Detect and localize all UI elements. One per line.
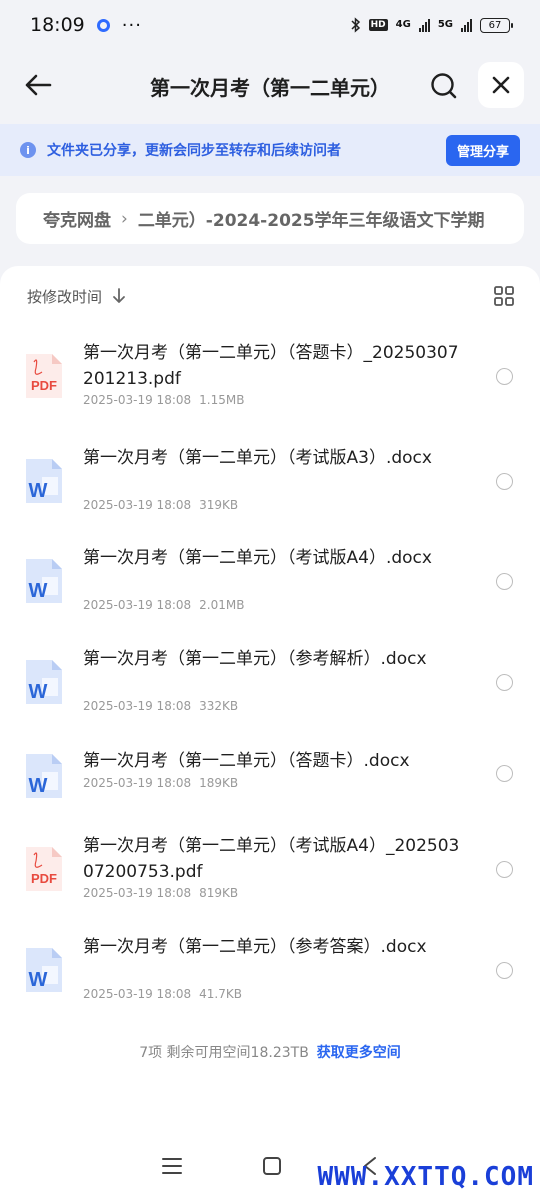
svg-text:PDF: PDF (31, 378, 57, 393)
svg-text:W: W (29, 969, 48, 991)
network-4g: 4G (395, 19, 411, 30)
file-date: 2025-03-19 18:08 (83, 776, 192, 790)
breadcrumb-current[interactable]: 二单元）-2024-2025学年三年级语文下学期 (138, 206, 485, 231)
file-size: 332KB (199, 699, 239, 713)
battery-icon: 67 (480, 17, 513, 33)
status-more: ··· (121, 14, 142, 36)
file-meta: 2025-03-19 18:08 332KB (83, 699, 238, 713)
page-title: 第一次月考（第一二单元） (150, 76, 390, 100)
status-time: 18:09 (30, 14, 85, 36)
svg-text:W: W (29, 681, 48, 703)
select-radio[interactable] (496, 765, 513, 782)
file-name: 第一次月考（第一二单元）（答题卡）.docx (83, 751, 410, 771)
app-indicator-icon (96, 18, 110, 32)
select-radio[interactable] (496, 962, 513, 979)
storage-summary: 7项 剩余可用空间18.23TB 获取更多空间 (0, 1042, 540, 1062)
file-row[interactable]: W 第一次月考（第一二单元）（考试版A3）.docx 2025-03-19 18:0… (0, 445, 540, 535)
word-file-icon: W (24, 457, 64, 505)
file-row[interactable]: W 第一次月考（第一二单元）（答题卡）.docx 2025-03-19 18:08 1… (0, 748, 540, 838)
svg-text:W: W (29, 775, 48, 797)
close-button[interactable] (478, 62, 524, 108)
breadcrumb: 夸克网盘 › 二单元）-2024-2025学年三年级语文下学期 (16, 193, 524, 244)
file-size: 319KB (199, 498, 239, 512)
svg-text:PDF: PDF (31, 871, 57, 886)
file-name: 第一次月考（第一二单元）（参考答案）.docx (83, 937, 427, 957)
svg-text:W: W (29, 480, 48, 502)
svg-text:W: W (29, 580, 48, 602)
share-banner: i 文件夹已分享，更新会同步至转存和后续访问者 管理分享 (0, 124, 540, 176)
signal-icon (418, 18, 430, 32)
hd-badge: HD (368, 19, 388, 31)
bluetooth-icon (351, 17, 360, 33)
header: 第一次月考（第一二单元） (0, 50, 540, 120)
select-radio[interactable] (496, 861, 513, 878)
file-date: 2025-03-19 18:08 (83, 498, 192, 512)
grid-view-icon[interactable] (493, 285, 515, 307)
file-name: 第一次月考（第一二单元）（参考解析）.docx (83, 649, 427, 669)
file-name: 第一次月考（第一二单元）（答题卡）_20250307201213.pdf (83, 343, 459, 389)
file-size: 819KB (199, 886, 239, 900)
file-date: 2025-03-19 18:08 (83, 886, 192, 900)
arrow-down-icon[interactable] (112, 288, 126, 304)
file-meta: 2025-03-19 18:08 2.01MB (83, 598, 244, 612)
file-meta: 2025-03-19 18:08 319KB (83, 498, 238, 512)
chevron-right-icon: › (121, 208, 128, 229)
back-button[interactable] (20, 67, 56, 103)
file-row[interactable]: W 第一次月考（第一二单元）（考试版A4）.docx 2025-03-19 18:0… (0, 545, 540, 635)
storage-summary-text: 7项 剩余可用空间18.23TB (139, 1045, 309, 1061)
file-date: 2025-03-19 18:08 (83, 699, 192, 713)
file-row[interactable]: PDF 第一次月考（第一二单元）（答题卡）_20250307201213.pdf 2… (0, 340, 540, 430)
manage-share-button[interactable]: 管理分享 (445, 134, 520, 166)
watermark: WWW.XXTTQ.COM (317, 1162, 534, 1192)
file-meta: 2025-03-19 18:08 1.15MB (83, 393, 244, 407)
file-meta: 2025-03-19 18:08 189KB (83, 776, 238, 790)
select-radio[interactable] (496, 674, 513, 691)
pdf-file-icon: PDF (24, 845, 64, 893)
home-icon[interactable] (262, 1156, 282, 1176)
pdf-file-icon: PDF (24, 352, 64, 400)
file-size: 189KB (199, 776, 239, 790)
file-size: 2.01MB (199, 598, 245, 612)
search-icon (431, 73, 457, 99)
file-row[interactable]: W 第一次月考（第一二单元）（参考答案）.docx 2025-03-19 18:08… (0, 934, 540, 1024)
file-date: 2025-03-19 18:08 (83, 393, 192, 407)
arrow-left-icon (25, 74, 52, 96)
file-name: 第一次月考（第一二单元）（考试版A4）_20250307200753.pdf (83, 836, 460, 882)
select-radio[interactable] (496, 473, 513, 490)
close-icon (492, 76, 510, 94)
breadcrumb-root[interactable]: 夸克网盘 (43, 206, 111, 231)
get-more-space-link[interactable]: 获取更多空间 (317, 1045, 401, 1061)
word-file-icon: W (24, 946, 64, 994)
search-button[interactable] (426, 68, 462, 104)
signal-icon (461, 18, 472, 32)
file-meta: 2025-03-19 18:08 819KB (83, 886, 238, 900)
file-date: 2025-03-19 18:08 (83, 987, 192, 1001)
file-row[interactable]: PDF 第一次月考（第一二单元）（考试版A4）_20250307200753.pd… (0, 833, 540, 923)
select-radio[interactable] (496, 573, 513, 590)
menu-icon[interactable] (162, 1157, 182, 1175)
word-file-icon: W (24, 752, 64, 800)
status-bar: 18:09 ··· HD 4G 5G 67 (0, 0, 540, 50)
file-size: 1.15MB (199, 393, 245, 407)
sort-label[interactable]: 按修改时间 (27, 286, 102, 307)
file-meta: 2025-03-19 18:08 41.7KB (83, 987, 242, 1001)
file-size: 41.7KB (199, 987, 242, 1001)
sort-row: 按修改时间 (0, 266, 540, 326)
word-file-icon: W (24, 658, 64, 706)
file-name: 第一次月考（第一二单元）（考试版A3）.docx (83, 448, 432, 468)
file-date: 2025-03-19 18:08 (83, 598, 192, 612)
file-name: 第一次月考（第一二单元）（考试版A4）.docx (83, 548, 432, 568)
network-5g: 5G (437, 19, 453, 30)
info-icon: i (20, 142, 36, 158)
share-banner-text: 文件夹已分享，更新会同步至转存和后续访问者 (47, 143, 341, 159)
file-row[interactable]: W 第一次月考（第一二单元）（参考解析）.docx 2025-03-19 18:08… (0, 646, 540, 736)
word-file-icon: W (24, 557, 64, 605)
select-radio[interactable] (496, 368, 513, 385)
